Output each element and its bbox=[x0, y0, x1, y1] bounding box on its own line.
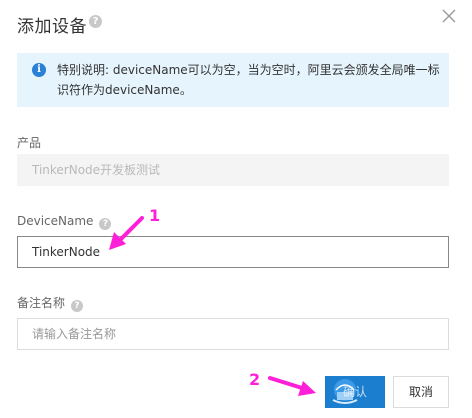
remark-label-text: 备注名称 bbox=[17, 296, 66, 310]
confirm-button[interactable]: 确认 bbox=[325, 376, 385, 408]
add-device-dialog: 添加设备 ? i 特别说明: deviceName可以为空，当为空时，阿里云会颁… bbox=[0, 0, 472, 418]
annotation-step-2: 2 bbox=[249, 370, 261, 389]
cancel-button[interactable]: 取消 bbox=[393, 376, 449, 408]
notice-text: 特别说明: deviceName可以为空，当为空时，阿里云会颁发全局唯一标识符作… bbox=[57, 63, 440, 97]
device-name-label: DeviceName? bbox=[17, 214, 112, 230]
product-field: TinkerNode开发板测试 bbox=[17, 154, 449, 186]
remark-label: 备注名称? bbox=[17, 294, 84, 312]
question-icon[interactable]: ? bbox=[89, 15, 102, 28]
question-icon[interactable]: ? bbox=[71, 300, 84, 312]
device-name-input[interactable]: TinkerNode bbox=[17, 236, 449, 268]
info-icon: i bbox=[32, 63, 46, 77]
dialog-title: 添加设备 bbox=[17, 17, 87, 37]
product-label: 产品 bbox=[17, 134, 41, 151]
confirm-label: 确认 bbox=[342, 385, 367, 399]
notice-banner: i 特别说明: deviceName可以为空，当为空时，阿里云会颁发全局唯一标识… bbox=[17, 53, 449, 107]
device-name-label-text: DeviceName bbox=[17, 214, 94, 228]
arrow-2-icon bbox=[268, 376, 316, 396]
annotation-step-1: 1 bbox=[149, 206, 161, 225]
product-label-text: 产品 bbox=[17, 136, 42, 150]
remark-input[interactable]: 请输入备注名称 bbox=[17, 318, 449, 350]
question-icon[interactable]: ? bbox=[99, 218, 112, 230]
close-icon[interactable] bbox=[439, 6, 459, 26]
